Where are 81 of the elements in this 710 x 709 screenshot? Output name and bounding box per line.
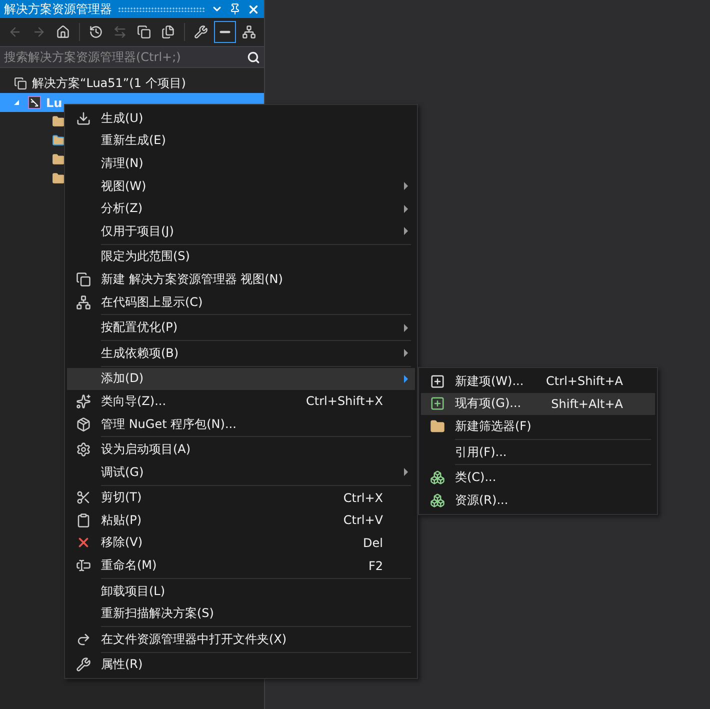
clipboard-icon: [76, 512, 90, 528]
forward-icon: [32, 25, 46, 39]
menu-item[interactable]: 卸载项目(L): [67, 580, 415, 602]
tree-item[interactable]: 解决方案“Lua51”(1 个项目): [0, 74, 264, 93]
submenu-arrow-icon: [404, 374, 408, 383]
class-icon: [430, 492, 444, 508]
sync-icon: [113, 25, 127, 39]
folder-icon: [52, 153, 65, 166]
menu-item[interactable]: 剪切(T) Ctrl+X: [67, 486, 415, 510]
solution-icon: [14, 77, 27, 90]
class-icon: [430, 470, 444, 486]
menu-item[interactable]: 粘贴(P) Ctrl+V: [67, 509, 415, 532]
menu-item[interactable]: 新建项(W)... Ctrl+Shift+A: [421, 370, 655, 393]
menu-item[interactable]: 分析(Z): [67, 197, 415, 220]
submenu-arrow-icon: [404, 349, 408, 358]
shortcut-text: Del: [363, 536, 384, 550]
shortcut-text: Ctrl+V: [343, 513, 384, 528]
submenu-arrow-icon: [404, 182, 408, 190]
menu-item[interactable]: 限定为此范围(S): [67, 246, 415, 268]
menu-item[interactable]: 重新生成(E): [67, 130, 415, 152]
build-icon: [76, 110, 90, 126]
menu-item[interactable]: 在文件资源管理器中打开文件夹(X): [67, 628, 415, 651]
menu-item[interactable]: 按配置优化(P): [67, 316, 415, 339]
new-item-icon: [430, 374, 444, 389]
search-field[interactable]: 搜索解决方案资源管理器(Ctrl+;): [0, 46, 264, 68]
wrench-icon: [76, 657, 90, 672]
scissors-icon: [76, 490, 90, 506]
menu-item[interactable]: 引用(F)...: [421, 440, 655, 464]
back-icon: [8, 25, 22, 39]
clock-icon: [89, 25, 103, 39]
menu-item[interactable]: 在代码图上显示(C): [67, 290, 415, 314]
submenu-arrow-icon: [404, 227, 408, 236]
folder-icon: [52, 115, 65, 128]
files-icon: [161, 25, 175, 39]
menu-item[interactable]: 仅用于项目(J): [67, 220, 415, 243]
menu-item[interactable]: 重命名(M) F2: [67, 554, 415, 577]
shortcut-text: Ctrl+Shift+X: [306, 394, 384, 408]
collapse-icon: [137, 25, 151, 39]
menu-item[interactable]: 资源(R)...: [421, 488, 655, 512]
expand-icon[interactable]: [14, 100, 19, 105]
menu-item[interactable]: 生成依赖项(B): [67, 342, 415, 365]
menu-item[interactable]: 现有项(G)... Shift+Alt+A: [421, 392, 655, 416]
menu-item[interactable]: 新建 解决方案资源管理器 视图(N): [67, 268, 415, 291]
folder-icon: [430, 418, 444, 434]
redo-arrow-icon: [76, 632, 90, 647]
submenu-arrow-icon: [404, 204, 408, 213]
rename-icon: [76, 558, 90, 574]
menu-item[interactable]: 管理 NuGet 程序包(N)...: [67, 412, 415, 436]
menu-item[interactable]: 调试(G): [67, 460, 415, 484]
submenu-arrow-icon: [404, 324, 408, 332]
search-icon[interactable]: [247, 50, 260, 64]
menu-item[interactable]: 设为启动项目(A): [67, 438, 415, 461]
shortcut-text: Ctrl+Shift+A: [546, 374, 624, 388]
wrench-icon: [194, 25, 208, 39]
menu-item[interactable]: 重新扫描解决方案(S): [67, 602, 415, 626]
shortcut-text: F2: [368, 558, 384, 573]
panel-title: 解决方案资源管理器: [4, 0, 112, 18]
menu-item[interactable]: 类(C)...: [421, 466, 655, 489]
sparkle-icon: [76, 394, 90, 409]
code-map-icon: [242, 25, 256, 39]
pin-icon[interactable]: [229, 3, 241, 15]
code-map-icon: [76, 294, 90, 310]
menu-item[interactable]: 属性(R): [67, 654, 415, 676]
menu-item[interactable]: 类向导(Z)... Ctrl+Shift+X: [67, 390, 415, 413]
folder-icon: [52, 172, 65, 185]
toolbar-button[interactable]: [214, 21, 236, 43]
settings-icon: [76, 442, 90, 458]
shortcut-text: Ctrl+X: [343, 490, 384, 505]
menu-item[interactable]: 新建筛选器(F): [421, 415, 655, 438]
menu-item[interactable]: 添加(D): [67, 368, 415, 390]
shortcut-text: Shift+Alt+A: [551, 396, 624, 411]
add-item-icon: [430, 396, 444, 412]
package-icon: [76, 416, 90, 432]
window-icon: [76, 272, 90, 287]
menu-item[interactable]: 清理(N): [67, 152, 415, 175]
close-icon[interactable]: [247, 2, 260, 16]
submenu-arrow-icon: [404, 468, 408, 476]
menu-item[interactable]: 移除(V) Del: [67, 532, 415, 554]
home-icon: [56, 25, 70, 39]
folder-icon: [52, 134, 65, 147]
menu-item[interactable]: 视图(W): [67, 174, 415, 198]
